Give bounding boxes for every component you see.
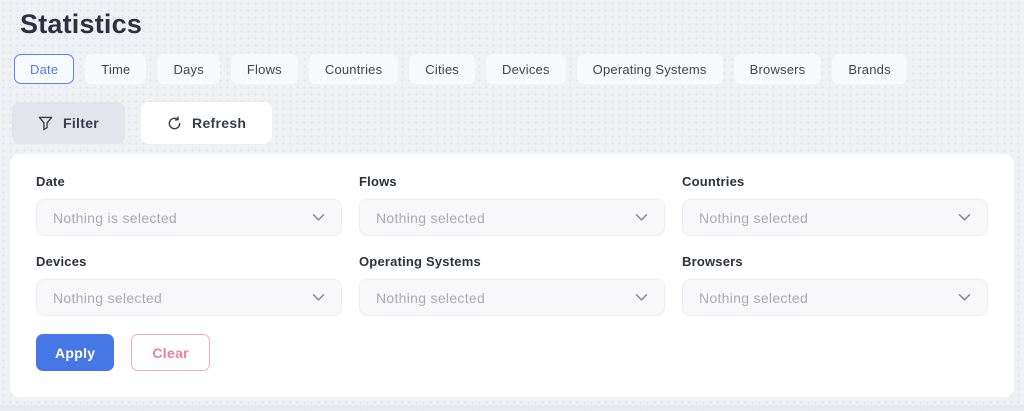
- flows-select[interactable]: Nothing selected: [359, 199, 665, 236]
- chevron-down-icon: [312, 293, 325, 302]
- tab-browsers[interactable]: Browsers: [734, 54, 822, 84]
- tabs-bar: Date Time Days Flows Countries Cities De…: [14, 54, 1010, 84]
- date-select[interactable]: Nothing is selected: [36, 199, 342, 236]
- fields-grid: Date Nothing is selected Flows Nothing s…: [36, 174, 988, 316]
- field-countries: Countries Nothing selected: [682, 174, 988, 236]
- operating-systems-select-value: Nothing selected: [376, 290, 485, 306]
- filter-button-label: Filter: [63, 115, 99, 131]
- flows-select-value: Nothing selected: [376, 210, 485, 226]
- tab-time[interactable]: Time: [85, 54, 146, 84]
- page-header: Statistics: [0, 0, 1024, 40]
- field-date: Date Nothing is selected: [36, 174, 342, 236]
- apply-button[interactable]: Apply: [36, 334, 114, 371]
- tab-date[interactable]: Date: [14, 54, 74, 84]
- field-label-date: Date: [36, 174, 342, 190]
- browsers-select-value: Nothing selected: [699, 290, 808, 306]
- refresh-button-label: Refresh: [192, 115, 246, 131]
- statistics-page: Statistics Date Time Days Flows Countrie…: [0, 0, 1024, 411]
- tab-brands[interactable]: Brands: [832, 54, 906, 84]
- tab-operating-systems[interactable]: Operating Systems: [577, 54, 723, 84]
- countries-select[interactable]: Nothing selected: [682, 199, 988, 236]
- field-label-operating-systems: Operating Systems: [359, 254, 665, 270]
- field-label-flows: Flows: [359, 174, 665, 190]
- tab-flows[interactable]: Flows: [231, 54, 298, 84]
- page-title: Statistics: [20, 9, 1004, 40]
- tab-days[interactable]: Days: [157, 54, 219, 84]
- chevron-down-icon: [635, 213, 648, 222]
- refresh-icon: [167, 116, 182, 131]
- field-operating-systems: Operating Systems Nothing selected: [359, 254, 665, 316]
- chevron-down-icon: [958, 293, 971, 302]
- clear-button[interactable]: Clear: [131, 334, 210, 371]
- chevron-down-icon: [958, 213, 971, 222]
- field-label-devices: Devices: [36, 254, 342, 270]
- field-browsers: Browsers Nothing selected: [682, 254, 988, 316]
- tab-countries[interactable]: Countries: [309, 54, 398, 84]
- funnel-icon: [38, 116, 53, 131]
- operating-systems-select[interactable]: Nothing selected: [359, 279, 665, 316]
- filter-button[interactable]: Filter: [12, 102, 125, 144]
- refresh-button[interactable]: Refresh: [141, 102, 272, 144]
- field-devices: Devices Nothing selected: [36, 254, 342, 316]
- chevron-down-icon: [312, 213, 325, 222]
- field-label-countries: Countries: [682, 174, 988, 190]
- countries-select-value: Nothing selected: [699, 210, 808, 226]
- panel-actions: Apply Clear: [36, 334, 988, 371]
- browsers-select[interactable]: Nothing selected: [682, 279, 988, 316]
- date-select-value: Nothing is selected: [53, 210, 177, 226]
- bottom-strip: [0, 405, 1024, 411]
- toolbar: Filter Refresh: [12, 102, 1012, 144]
- field-label-browsers: Browsers: [682, 254, 988, 270]
- field-flows: Flows Nothing selected: [359, 174, 665, 236]
- chevron-down-icon: [635, 293, 648, 302]
- devices-select-value: Nothing selected: [53, 290, 162, 306]
- filter-panel: Date Nothing is selected Flows Nothing s…: [10, 154, 1014, 397]
- devices-select[interactable]: Nothing selected: [36, 279, 342, 316]
- tab-devices[interactable]: Devices: [486, 54, 566, 84]
- tab-cities[interactable]: Cities: [409, 54, 475, 84]
